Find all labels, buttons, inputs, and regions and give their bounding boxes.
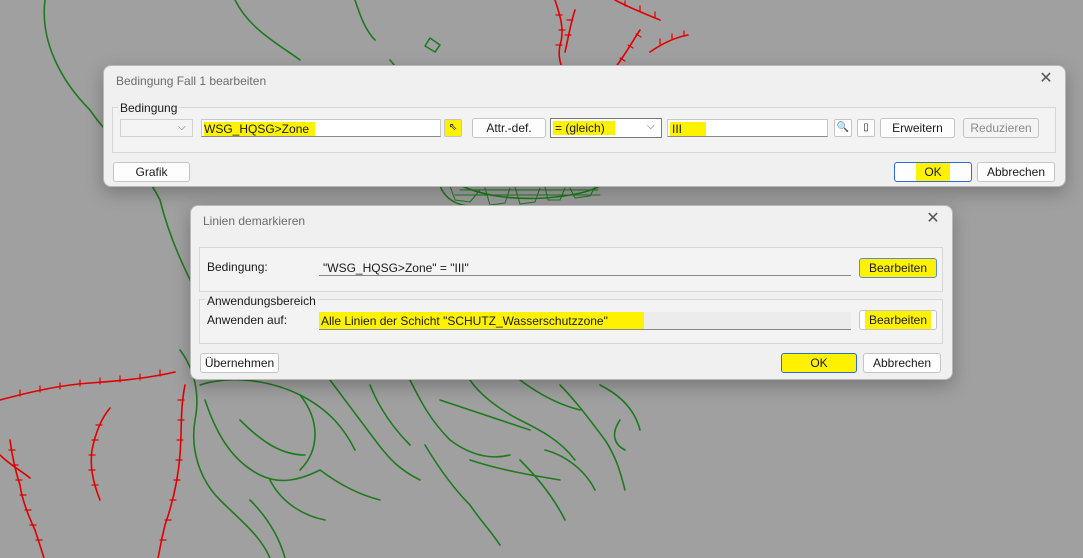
condition-label: Bedingung:: [207, 260, 268, 274]
attr-def-button[interactable]: Attr.-def.: [472, 118, 546, 138]
ok-label: OK: [810, 356, 828, 370]
cancel-button[interactable]: Abbrechen: [977, 162, 1055, 182]
magnifier-icon[interactable]: 🔍: [834, 119, 852, 137]
unmark-lines-dialog: Linien demarkieren ✕ Bedingung: "WSG_HQS…: [190, 205, 953, 380]
close-icon[interactable]: ✕: [1037, 70, 1055, 88]
operator-value: = (gleich): [553, 121, 615, 135]
condition-underline: [319, 275, 851, 276]
attribute-value: WSG_HQSG>Zone: [204, 122, 316, 136]
dense-parcel-cluster: [449, 185, 601, 206]
edit-condition-button[interactable]: Bearbeiten: [859, 258, 937, 278]
dialog-title: Bedingung Fall 1 bearbeiten: [116, 74, 267, 88]
ok-button[interactable]: OK: [894, 162, 972, 182]
cursor-pick-icon[interactable]: ⇖: [444, 119, 462, 137]
graphic-button[interactable]: Grafik: [113, 162, 190, 182]
attribute-input[interactable]: WSG_HQSG>Zone: [201, 119, 441, 137]
chevron-down-icon: ⌵: [178, 122, 186, 133]
cancel-button[interactable]: Abbrechen: [863, 353, 941, 373]
info-icon[interactable]: ▯: [857, 119, 875, 137]
condition-group-label: Bedingung: [118, 101, 180, 115]
apply-to-field: Alle Linien der Schicht "SCHUTZ_Wassersc…: [319, 312, 851, 330]
scope-group-label: Anwendungsbereich: [205, 294, 318, 308]
chevron-down-icon: ⌵: [647, 121, 655, 132]
apply-to-value: Alle Linien der Schicht "SCHUTZ_Wassersc…: [319, 312, 644, 330]
apply-button[interactable]: Übernehmen: [200, 353, 279, 373]
apply-to-label: Anwenden auf:: [207, 313, 288, 327]
ok-button[interactable]: OK: [781, 353, 857, 373]
close-icon[interactable]: ✕: [924, 210, 942, 228]
condition-edit-dialog: Bedingung Fall 1 bearbeiten ✕ Bedingung …: [103, 65, 1066, 187]
reduce-button[interactable]: Reduzieren: [963, 118, 1039, 138]
dialog-title: Linien demarkieren: [203, 214, 306, 228]
condition-value: "WSG_HQSG>Zone" = "III": [323, 261, 469, 275]
edit-scope-button[interactable]: Bearbeiten: [859, 310, 937, 330]
prefix-combo[interactable]: ⌵: [120, 119, 193, 137]
operator-combo[interactable]: = (gleich) ⌵: [550, 118, 662, 138]
extend-button[interactable]: Erweitern: [880, 118, 955, 138]
value-text: III: [670, 122, 707, 136]
apply-to-underline: [319, 329, 851, 330]
condition-row-group: [199, 247, 943, 292]
edit-scope-label: Bearbeiten: [864, 311, 932, 329]
value-input[interactable]: III: [667, 119, 828, 137]
ok-label: OK: [916, 163, 950, 181]
